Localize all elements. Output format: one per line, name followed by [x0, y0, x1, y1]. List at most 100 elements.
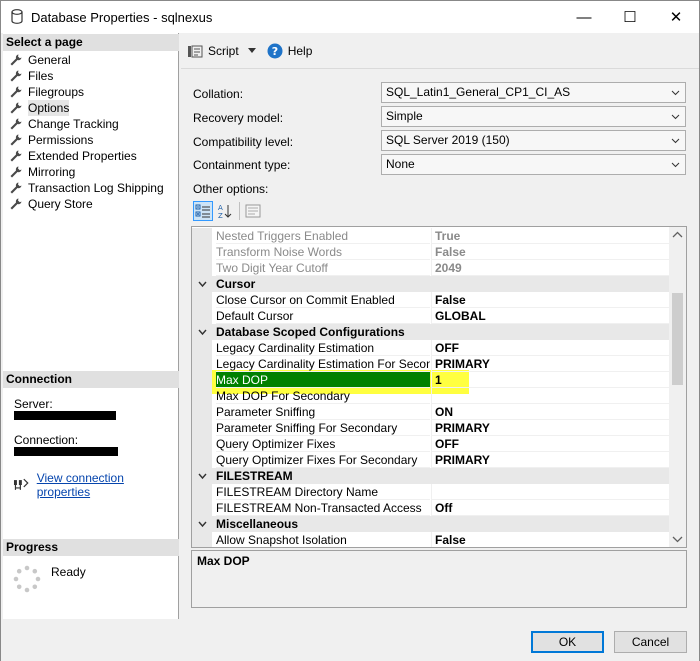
- property-value[interactable]: PRIMARY: [431, 452, 670, 468]
- property-value[interactable]: [431, 388, 670, 404]
- grid-row[interactable]: FILESTREAM Directory Name: [192, 484, 670, 500]
- scrollbar-thumb[interactable]: [672, 293, 683, 385]
- toolbar: Script ? Help: [181, 33, 699, 69]
- wrench-icon: [10, 102, 22, 114]
- grid-row-margin: [192, 420, 212, 436]
- property-grid[interactable]: Nested Triggers Enabled True Transform Noi…: [191, 226, 687, 548]
- property-value[interactable]: GLOBAL: [431, 308, 670, 324]
- property-value[interactable]: 1: [431, 372, 670, 388]
- grid-category[interactable]: Cursor: [192, 276, 670, 292]
- property-value[interactable]: False: [431, 292, 670, 308]
- property-value[interactable]: [431, 484, 670, 500]
- page-item-options[interactable]: Options: [9, 100, 164, 116]
- grid-row[interactable]: Query Optimizer Fixes For Secondary PRIMA…: [192, 452, 670, 468]
- connection-label: Connection:: [14, 433, 79, 447]
- title-bar: Database Properties - sqlnexus — ☐ ✕: [1, 1, 699, 33]
- script-button[interactable]: Script: [187, 44, 257, 58]
- property-name: Parameter Sniffing For Secondary: [216, 420, 430, 436]
- compatibility-level-select[interactable]: SQL Server 2019 (150): [381, 130, 686, 151]
- grid-row[interactable]: Default Cursor GLOBAL: [192, 308, 670, 324]
- grid-row[interactable]: FILESTREAM Non-Transacted Access Off: [192, 500, 670, 516]
- property-value[interactable]: False: [431, 532, 670, 547]
- page-item-general[interactable]: General: [9, 52, 164, 68]
- grid-row-margin: [192, 372, 212, 388]
- recovery-model-select[interactable]: Simple: [381, 106, 686, 127]
- grid-row[interactable]: Close Cursor on Commit Enabled False: [192, 292, 670, 308]
- alphabetical-button[interactable]: A Z: [215, 201, 235, 221]
- page-item-filegroups[interactable]: Filegroups: [9, 84, 164, 100]
- close-icon: ✕: [669, 9, 683, 26]
- property-value[interactable]: False: [431, 244, 670, 260]
- page-item-change-tracking[interactable]: Change Tracking: [9, 116, 164, 132]
- toolbar-separator: [239, 202, 240, 220]
- cancel-button[interactable]: Cancel: [614, 631, 687, 653]
- grid-row[interactable]: Two Digit Year Cutoff 2049: [192, 260, 670, 276]
- property-value[interactable]: ON: [431, 404, 670, 420]
- collation-value: SQL_Latin1_General_CP1_CI_AS: [386, 85, 571, 99]
- help-button[interactable]: ? Help: [267, 43, 312, 59]
- page-item-permissions[interactable]: Permissions: [9, 132, 164, 148]
- collation-select[interactable]: SQL_Latin1_General_CP1_CI_AS: [381, 82, 686, 103]
- page-item-extended-properties[interactable]: Extended Properties: [9, 148, 164, 164]
- grid-row[interactable]: Max DOP 1: [192, 372, 670, 388]
- collapse-chevron-icon[interactable]: [198, 472, 207, 480]
- close-window-button[interactable]: ✕: [653, 1, 699, 33]
- property-value[interactable]: OFF: [431, 340, 670, 356]
- wrench-icon: [10, 166, 22, 178]
- ok-button[interactable]: OK: [531, 631, 604, 653]
- grid-category[interactable]: FILESTREAM: [192, 468, 670, 484]
- maximize-button[interactable]: ☐: [607, 1, 653, 33]
- vertical-scrollbar[interactable]: [669, 227, 686, 547]
- page-item-label: Options: [28, 100, 70, 116]
- collapse-chevron-icon[interactable]: [198, 280, 207, 288]
- categorized-button[interactable]: [193, 201, 213, 221]
- grid-row-margin: [192, 484, 212, 500]
- property-value[interactable]: PRIMARY: [431, 356, 670, 372]
- svg-text:A: A: [218, 204, 223, 212]
- collapse-chevron-icon[interactable]: [198, 520, 207, 528]
- containment-type-label: Containment type:: [193, 158, 291, 172]
- grid-row[interactable]: Max DOP For Secondary: [192, 388, 670, 404]
- scroll-up-icon[interactable]: [669, 227, 686, 243]
- property-value[interactable]: OFF: [431, 436, 670, 452]
- page-item-query-store[interactable]: Query Store: [9, 196, 164, 212]
- grid-row[interactable]: Allow Snapshot Isolation False: [192, 532, 670, 547]
- chevron-down-icon: [671, 138, 680, 144]
- grid-row[interactable]: Parameter Sniffing For Secondary PRIMARY: [192, 420, 670, 436]
- grid-row[interactable]: Legacy Cardinality Estimation OFF: [192, 340, 670, 356]
- page-item-files[interactable]: Files: [9, 68, 164, 84]
- description-panel: Max DOP: [191, 550, 687, 608]
- containment-type-value: None: [386, 157, 415, 171]
- property-value[interactable]: PRIMARY: [431, 420, 670, 436]
- property-name: Default Cursor: [216, 308, 430, 324]
- property-value[interactable]: True: [431, 228, 670, 244]
- other-options-label: Other options:: [193, 182, 269, 196]
- script-icon: [188, 45, 203, 57]
- svg-text:Z: Z: [218, 212, 223, 219]
- property-name: Close Cursor on Commit Enabled: [216, 292, 430, 308]
- grid-row[interactable]: Legacy Cardinality Estimation For Second…: [192, 356, 670, 372]
- grid-row[interactable]: Transform Noise Words False: [192, 244, 670, 260]
- grid-row[interactable]: Query Optimizer Fixes OFF: [192, 436, 670, 452]
- property-name: Allow Snapshot Isolation: [216, 532, 430, 547]
- collapse-chevron-icon[interactable]: [198, 328, 207, 336]
- category-label: Cursor: [216, 277, 256, 291]
- property-name: Legacy Cardinality Estimation For Second…: [216, 356, 430, 372]
- page-item-mirroring[interactable]: Mirroring: [9, 164, 164, 180]
- grid-row[interactable]: Nested Triggers Enabled True: [192, 228, 670, 244]
- minimize-button[interactable]: —: [561, 1, 607, 33]
- grid-category[interactable]: Database Scoped Configurations: [192, 324, 670, 340]
- grid-row[interactable]: Parameter Sniffing ON: [192, 404, 670, 420]
- connection-value-redacted: [14, 447, 118, 456]
- grid-row-margin: [192, 260, 212, 276]
- wrench-icon: [10, 86, 22, 98]
- property-value[interactable]: Off: [431, 500, 670, 516]
- page-item-label: Permissions: [28, 133, 94, 147]
- view-connection-properties-link[interactable]: View connection properties: [37, 471, 178, 499]
- page-item-transaction-log-shipping[interactable]: Transaction Log Shipping: [9, 180, 164, 196]
- scroll-down-icon[interactable]: [669, 531, 686, 547]
- property-pages-button[interactable]: [243, 201, 263, 221]
- property-value[interactable]: 2049: [431, 260, 670, 276]
- grid-category[interactable]: Miscellaneous: [192, 516, 670, 532]
- containment-type-select[interactable]: None: [381, 154, 686, 175]
